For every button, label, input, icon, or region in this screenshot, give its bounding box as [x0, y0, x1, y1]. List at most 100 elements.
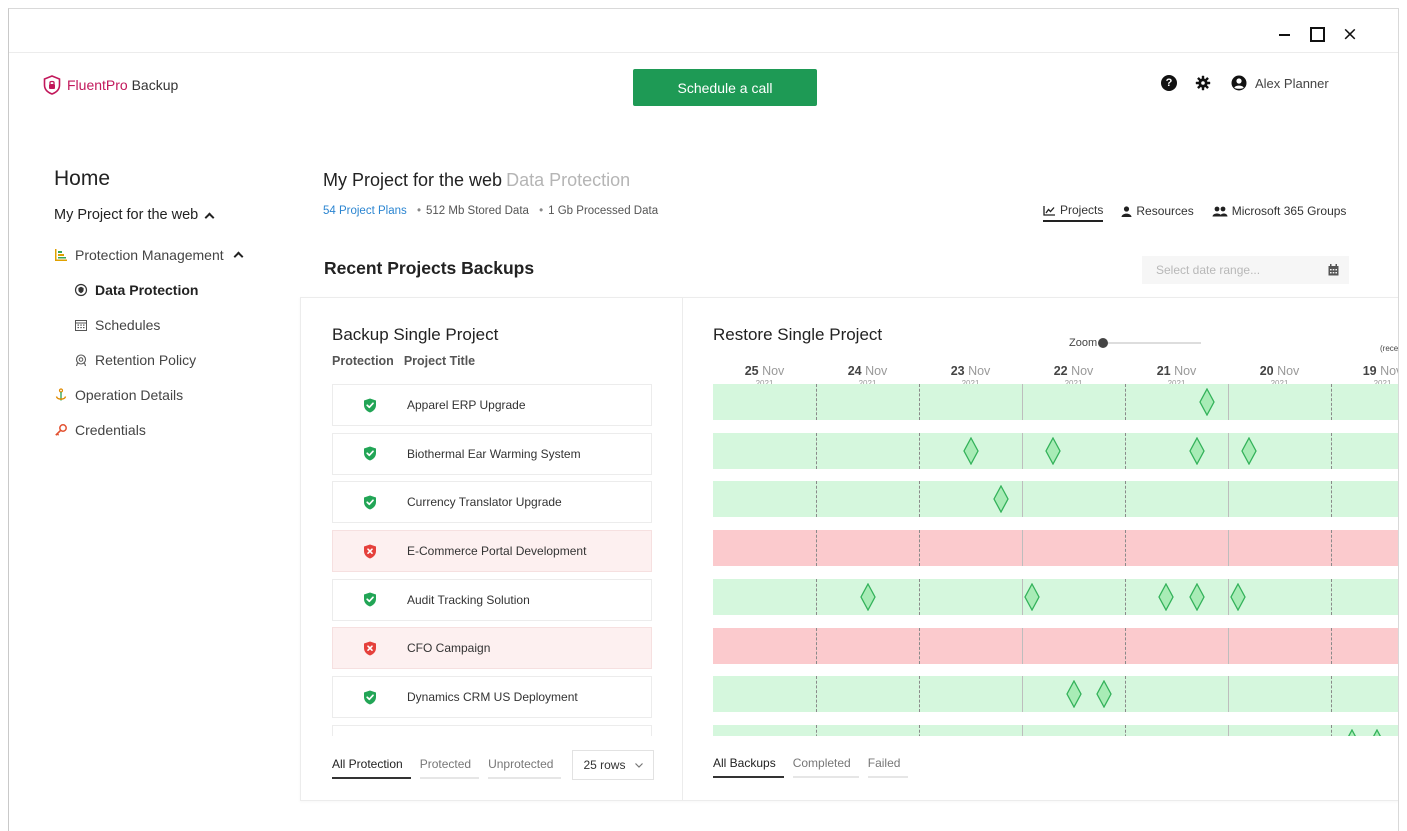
day-divider [816, 579, 817, 615]
day-divider [1228, 579, 1229, 615]
date-month: Nov [968, 364, 991, 378]
backup-point-diamond-icon[interactable] [1024, 583, 1040, 611]
restore-panel: Restore Single Project Zoom (recen 25 No… [684, 298, 1398, 800]
project-row[interactable]: E-Commerce Portal Development [332, 530, 652, 573]
tab-resources[interactable]: Resources [1121, 203, 1194, 222]
filter-completed[interactable]: Completed [792, 750, 859, 778]
backup-point-diamond-icon[interactable] [1158, 583, 1174, 611]
project-row[interactable]: CFO Campaign [332, 627, 652, 670]
day-divider [1022, 384, 1023, 420]
backup-point-diamond-icon[interactable] [860, 583, 876, 611]
date-day: 25 [744, 364, 759, 378]
shield-check-icon [364, 495, 376, 510]
gear-icon[interactable] [1195, 75, 1211, 91]
backup-point-diamond-icon[interactable] [1241, 437, 1257, 465]
column-project-title[interactable]: Project Title [404, 354, 475, 368]
day-divider [919, 725, 920, 736]
restore-panel-title: Restore Single Project [713, 325, 883, 344]
tab-label: Microsoft 365 Groups [1231, 204, 1347, 218]
backup-point-diamond-icon[interactable] [1045, 437, 1061, 465]
project-title: Currency Translator Upgrade [407, 495, 562, 510]
day-divider [1125, 676, 1126, 712]
column-protection[interactable]: Protection [332, 354, 394, 368]
project-plans-link[interactable]: 54 Project Plans [323, 205, 407, 217]
sidebar-home[interactable]: Home [54, 167, 294, 191]
project-row[interactable] [332, 724, 652, 736]
tab-microsoft-365-groups[interactable]: Microsoft 365 Groups [1212, 203, 1347, 222]
day-divider [1228, 481, 1229, 517]
filter-all-backups[interactable]: All Backups [713, 750, 784, 778]
badge-icon [74, 353, 88, 367]
date-range-picker[interactable]: Select date range... [1142, 256, 1349, 284]
sidebar-item-protection-management[interactable]: Protection Management [54, 237, 294, 272]
sidebar-item-label: Data Protection [95, 281, 199, 298]
project-row[interactable]: Apparel ERP Upgrade [332, 384, 652, 426]
chevron-up-icon [233, 251, 244, 262]
backup-point-diamond-icon[interactable] [963, 437, 979, 465]
backup-point-diamond-icon[interactable] [1344, 729, 1360, 736]
sidebar-item-data-protection[interactable]: Data Protection [54, 272, 294, 307]
day-divider [1022, 481, 1023, 517]
sidebar-item-retention-policy[interactable]: Retention Policy [54, 342, 294, 377]
project-title: Audit Tracking Solution [407, 592, 530, 607]
processed-data: 1 Gb Processed Data [548, 205, 659, 217]
backup-point-diamond-icon[interactable] [1189, 583, 1205, 611]
zoom-slider[interactable] [1098, 338, 1202, 348]
day-divider [1228, 676, 1229, 712]
maximize-button[interactable] [1306, 23, 1328, 45]
user-menu[interactable]: Alex Planner [1231, 75, 1329, 91]
page-title-main: My Project for the web [323, 170, 503, 190]
filter-all-protection[interactable]: All Protection [332, 751, 411, 779]
project-row[interactable]: Dynamics CRM US Deployment [332, 676, 652, 719]
sidebar-item-operation-details[interactable]: Operation Details [54, 377, 294, 412]
sidebar-item-schedules[interactable]: Schedules [54, 307, 294, 342]
day-divider [1331, 530, 1332, 566]
filter-failed[interactable]: Failed [867, 750, 909, 778]
filter-protected[interactable]: Protected [419, 751, 480, 779]
backup-point-diamond-icon[interactable] [1369, 729, 1385, 736]
day-divider [816, 530, 817, 566]
filter-unprotected[interactable]: Unprotected [488, 751, 562, 779]
backup-point-diamond-icon[interactable] [1199, 388, 1215, 416]
day-divider [919, 481, 920, 517]
schedule-call-button[interactable]: Schedule a call [633, 69, 817, 106]
anchor-icon [54, 387, 68, 402]
day-divider [1331, 579, 1332, 615]
stats-bullet: • [539, 205, 544, 217]
day-divider [1125, 481, 1126, 517]
rows-per-page-select[interactable]: 25 rows [572, 750, 655, 780]
shield-lock-icon [43, 75, 61, 95]
shield-x-icon [364, 641, 376, 656]
date-month: Nov [1277, 364, 1300, 378]
key-icon [54, 423, 68, 437]
view-tabs: Projects Resources Microsoft 365 Groups [1043, 203, 1346, 222]
brand[interactable]: FluentPro Backup [43, 75, 178, 95]
close-button[interactable]: × [1339, 23, 1361, 45]
project-row[interactable]: Audit Tracking Solution [332, 578, 652, 621]
day-divider [1228, 530, 1229, 566]
backup-point-diamond-icon[interactable] [1096, 680, 1112, 708]
timeline-row [713, 628, 1398, 664]
sidebar-item-credentials[interactable]: Credentials [54, 412, 294, 447]
date-month: Nov [762, 364, 785, 378]
rows-per-page-value: 25 rows [583, 758, 626, 772]
backup-point-diamond-icon[interactable] [993, 485, 1009, 513]
chevron-up-icon [204, 212, 215, 222]
minimize-button[interactable] [1273, 23, 1295, 45]
date-month: Nov [1071, 364, 1094, 378]
zoom-slider-handle[interactable] [1098, 338, 1109, 348]
project-stats: 54 Project Plans • 512 Mb Stored Data • 1 … [323, 205, 658, 217]
timeline-row [713, 481, 1398, 517]
project-row[interactable]: Currency Translator Upgrade [332, 481, 652, 524]
day-divider [919, 433, 920, 469]
project-list: Apparel ERP Upgrade Biothermal Ear Warmin… [332, 384, 652, 736]
tab-label: Resources [1136, 204, 1194, 218]
tab-projects[interactable]: Projects [1043, 203, 1104, 222]
backup-point-diamond-icon[interactable] [1066, 680, 1082, 708]
sidebar-project[interactable]: My Project for the web [54, 207, 294, 223]
day-divider [816, 433, 817, 469]
backup-point-diamond-icon[interactable] [1189, 437, 1205, 465]
project-row[interactable]: Biothermal Ear Warming System [332, 432, 652, 475]
help-circle-icon[interactable]: ? [1161, 75, 1177, 91]
backup-point-diamond-icon[interactable] [1230, 583, 1246, 611]
